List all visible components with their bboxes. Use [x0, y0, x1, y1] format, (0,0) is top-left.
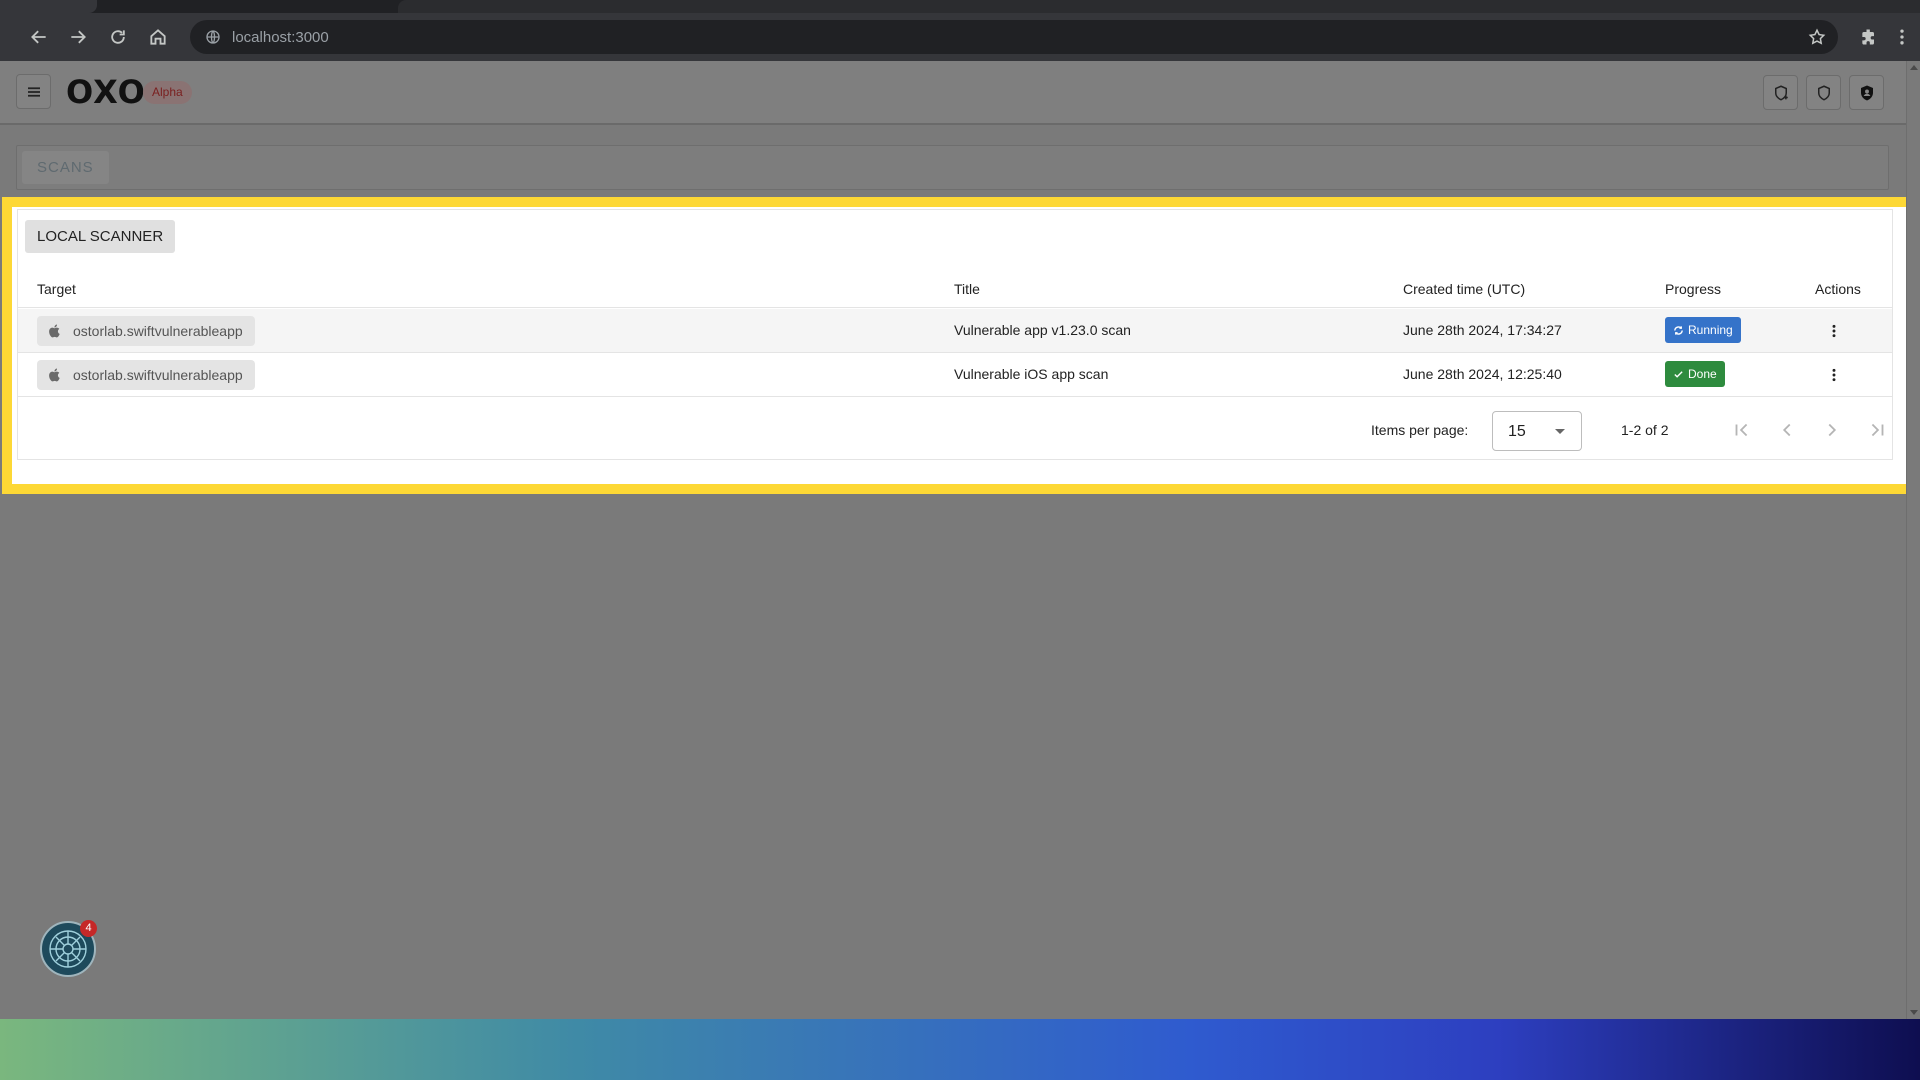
browser-menu-icon[interactable] [1890, 25, 1914, 49]
scan-title: Vulnerable app v1.23.0 scan [954, 322, 1131, 338]
chevron-right-icon [1828, 423, 1837, 437]
check-icon [1674, 370, 1683, 378]
status-text: Done [1688, 367, 1717, 381]
first-page-button[interactable] [1728, 416, 1756, 444]
column-target: Target [37, 281, 76, 297]
row-actions-button[interactable] [1825, 366, 1843, 384]
table-row[interactable]: ostorlab.swiftvulnerableapp Vulnerable i… [18, 353, 1892, 397]
table-row[interactable]: ostorlab.swiftvulnerableapp Vulnerable a… [18, 309, 1892, 353]
apple-icon [49, 324, 60, 338]
home-icon[interactable] [146, 25, 170, 49]
forward-icon[interactable] [66, 25, 90, 49]
first-page-icon [1735, 423, 1748, 437]
url-text: localhost:3000 [232, 28, 329, 46]
column-title: Title [954, 281, 980, 297]
notification-count-badge: 4 [80, 920, 97, 937]
target-name: ostorlab.swiftvulnerableapp [73, 367, 243, 383]
alpha-badge: Alpha [143, 81, 192, 104]
more-vert-icon [1832, 324, 1836, 338]
apple-icon [49, 368, 60, 382]
security-button[interactable] [1806, 75, 1841, 110]
browser-toolbar: localhost:3000 [0, 13, 1920, 61]
app-header: OXO Alpha [0, 61, 1906, 125]
column-progress: Progress [1665, 281, 1722, 297]
target-chip[interactable]: ostorlab.swiftvulnerableapp [37, 360, 255, 390]
column-actions: Actions [1815, 281, 1861, 297]
address-bar[interactable]: localhost:3000 [190, 20, 1838, 54]
page-scrollbar[interactable] [1906, 61, 1920, 1019]
tab-scans[interactable]: SCANS [22, 151, 109, 184]
new-scan-button[interactable] [1763, 75, 1798, 110]
status-text: Running [1688, 323, 1733, 337]
status-badge-running: Running [1665, 317, 1741, 343]
bookmark-star-icon[interactable] [1808, 28, 1826, 46]
scanner-label-chip[interactable]: LOCAL SCANNER [25, 220, 176, 253]
more-vert-icon [1832, 368, 1836, 382]
browser-tab-active[interactable] [97, 0, 397, 13]
items-per-page-label: Items per page: [1371, 422, 1469, 438]
sync-icon [1674, 325, 1683, 335]
reload-icon[interactable] [106, 25, 130, 49]
created-time: June 28th 2024, 17:34:27 [1403, 322, 1562, 338]
scroll-up-icon[interactable] [1910, 65, 1918, 70]
shield-plus-icon [1774, 84, 1788, 101]
column-created-time: Created time (UTC) [1403, 281, 1526, 297]
paginator: Items per page: 15 1-2 of 2 [18, 402, 1892, 458]
browser-tab-strip [0, 0, 1920, 13]
last-page-icon [1871, 423, 1884, 437]
browser-tab[interactable] [0, 0, 97, 13]
target-name: ostorlab.swiftvulnerableapp [73, 323, 243, 339]
shield-icon [1817, 84, 1830, 101]
profile-shield-button[interactable] [1849, 75, 1884, 110]
previous-page-button[interactable] [1773, 416, 1801, 444]
scan-title: Vulnerable iOS app scan [954, 366, 1109, 382]
dropdown-arrow-icon [1555, 429, 1565, 434]
last-page-button[interactable] [1863, 416, 1891, 444]
browser-tab-bar-empty [398, 0, 1920, 13]
app-logo[interactable]: OXO [66, 73, 146, 111]
scroll-down-icon[interactable] [1910, 1010, 1918, 1015]
status-badge-done: Done [1665, 361, 1725, 387]
chevron-left-icon [1782, 423, 1791, 437]
menu-icon [27, 86, 40, 97]
page-range-label: 1-2 of 2 [1621, 422, 1669, 438]
row-actions-button[interactable] [1825, 322, 1843, 340]
scans-nav-bar: SCANS [16, 145, 1889, 190]
scanner-card: LOCAL SCANNER Target Title Created time … [17, 209, 1893, 460]
next-page-button[interactable] [1818, 416, 1846, 444]
table-header: Target Title Created time (UTC) Progress… [18, 269, 1892, 308]
desktop-background [0, 1019, 1920, 1080]
extensions-icon[interactable] [1857, 25, 1881, 49]
highlighted-scanner-panel: LOCAL SCANNER Target Title Created time … [2, 197, 1920, 494]
back-icon[interactable] [27, 25, 51, 49]
hamburger-menu-button[interactable] [16, 74, 51, 109]
shield-account-icon [1860, 85, 1873, 100]
site-info-icon[interactable] [204, 28, 222, 46]
created-time: June 28th 2024, 12:25:40 [1403, 366, 1562, 382]
items-per-page-value: 15 [1508, 423, 1526, 440]
items-per-page-select[interactable]: 15 [1492, 411, 1582, 451]
target-chip[interactable]: ostorlab.swiftvulnerableapp [37, 316, 255, 346]
